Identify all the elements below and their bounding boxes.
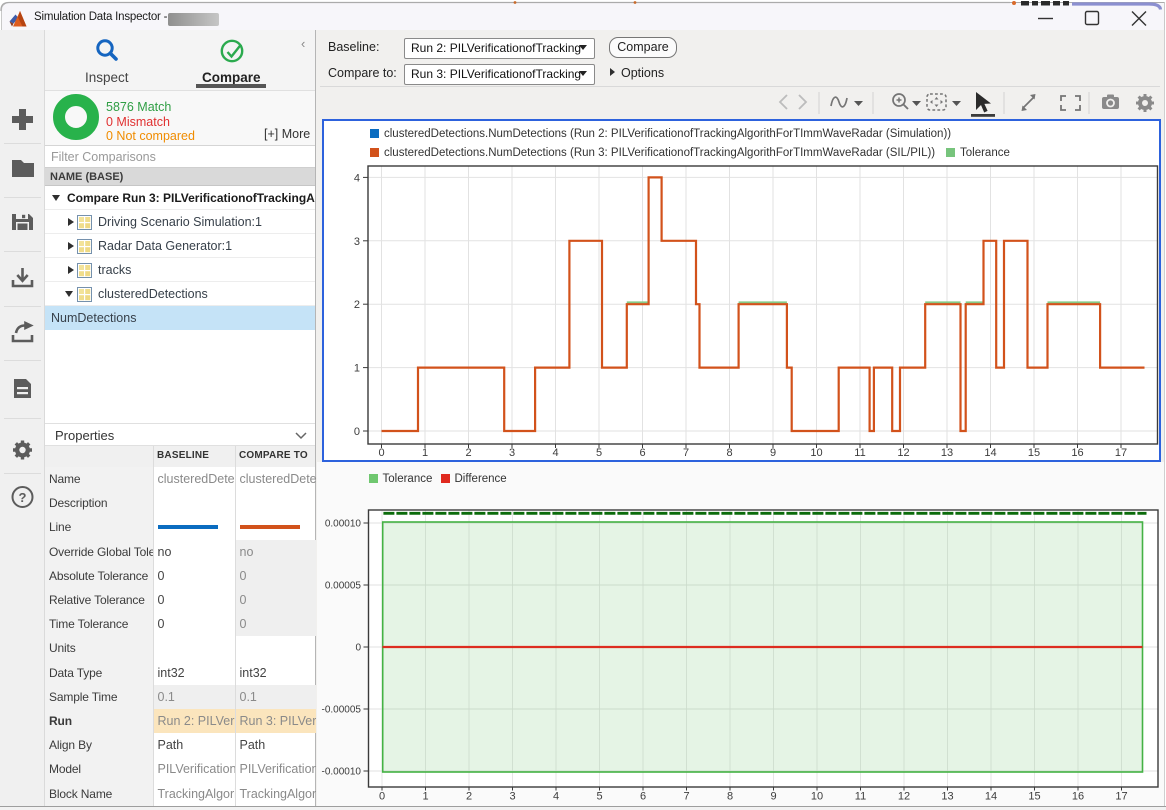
svg-text:9: 9 bbox=[770, 791, 776, 803]
svg-text:6: 6 bbox=[639, 447, 645, 459]
svg-text:17: 17 bbox=[1115, 791, 1127, 803]
svg-text:4: 4 bbox=[552, 447, 558, 459]
svg-text:2: 2 bbox=[465, 447, 471, 459]
svg-text:3: 3 bbox=[509, 791, 515, 803]
svg-text:2: 2 bbox=[465, 791, 471, 803]
svg-text:0: 0 bbox=[378, 791, 384, 803]
svg-text:3: 3 bbox=[354, 236, 360, 248]
svg-text:12: 12 bbox=[897, 791, 909, 803]
svg-text:11: 11 bbox=[854, 447, 865, 459]
svg-text:4: 4 bbox=[354, 172, 360, 184]
svg-text:13: 13 bbox=[941, 447, 953, 459]
svg-text:0: 0 bbox=[378, 447, 384, 459]
svg-text:1: 1 bbox=[422, 791, 428, 803]
svg-text:7: 7 bbox=[683, 791, 689, 803]
svg-text:10: 10 bbox=[810, 791, 822, 803]
svg-text:5: 5 bbox=[596, 791, 602, 803]
svg-text:4: 4 bbox=[552, 791, 558, 803]
svg-text:8: 8 bbox=[726, 791, 732, 803]
svg-text:-0.00010: -0.00010 bbox=[321, 767, 361, 778]
svg-text:1: 1 bbox=[422, 447, 428, 459]
svg-text:16: 16 bbox=[1071, 447, 1083, 459]
svg-text:8: 8 bbox=[726, 447, 732, 459]
svg-text:?: ? bbox=[19, 490, 27, 505]
svg-text:1: 1 bbox=[354, 363, 360, 375]
svg-text:15: 15 bbox=[1028, 447, 1040, 459]
svg-text:6: 6 bbox=[639, 791, 645, 803]
svg-text:0: 0 bbox=[355, 643, 361, 654]
svg-text:15: 15 bbox=[1028, 791, 1040, 803]
svg-text:5: 5 bbox=[596, 447, 602, 459]
svg-text:2: 2 bbox=[354, 299, 360, 311]
svg-text:0.00005: 0.00005 bbox=[324, 581, 361, 592]
svg-text:0: 0 bbox=[354, 426, 360, 438]
svg-text:13: 13 bbox=[941, 791, 953, 803]
svg-text:12: 12 bbox=[897, 447, 909, 459]
svg-text:11: 11 bbox=[854, 791, 865, 803]
svg-text:14: 14 bbox=[984, 447, 996, 459]
svg-text:14: 14 bbox=[984, 791, 996, 803]
svg-text:10: 10 bbox=[810, 447, 822, 459]
svg-text:7: 7 bbox=[683, 447, 689, 459]
svg-text:16: 16 bbox=[1071, 791, 1083, 803]
svg-text:17: 17 bbox=[1115, 447, 1127, 459]
svg-text:-0.00005: -0.00005 bbox=[321, 705, 361, 716]
svg-text:9: 9 bbox=[770, 447, 776, 459]
svg-text:3: 3 bbox=[509, 447, 515, 459]
svg-text:0.00010: 0.00010 bbox=[324, 519, 361, 530]
